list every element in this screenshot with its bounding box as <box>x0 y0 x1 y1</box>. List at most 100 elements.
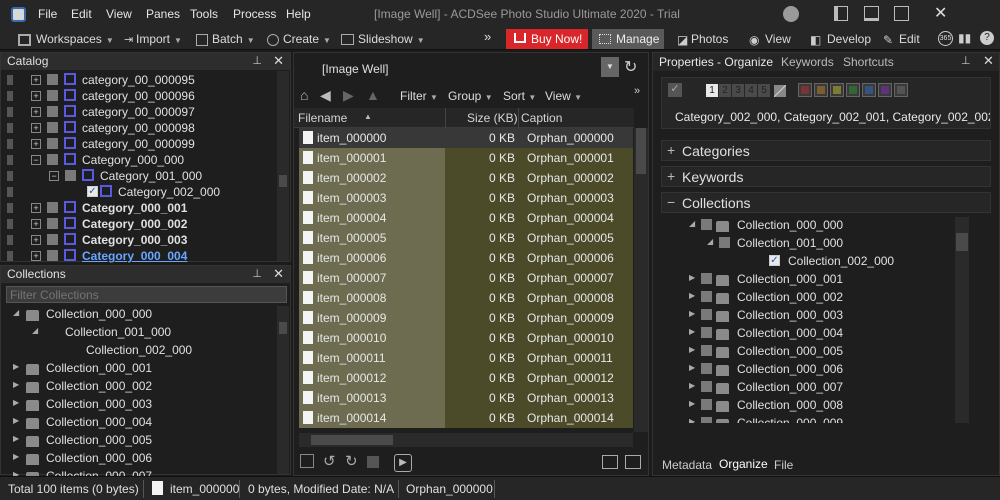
close-icon[interactable]: ✕ <box>273 266 284 282</box>
collection-item[interactable]: ◢ Collection_001_000 <box>1 324 275 340</box>
expand-icon[interactable]: + <box>31 75 41 85</box>
catalog-item[interactable]: − Category_000_000 <box>1 152 275 168</box>
expand-icon[interactable]: + <box>31 235 41 245</box>
collection-item[interactable]: ▶ Collection_000_007 <box>661 379 961 395</box>
collection-item[interactable]: ▶ Collection_000_004 <box>661 325 961 341</box>
scroll-thumb[interactable] <box>311 435 393 445</box>
clear-icon[interactable] <box>367 456 379 468</box>
expand-arrow-icon[interactable]: ▶ <box>13 362 21 371</box>
keywords-section[interactable]: + Keywords <box>661 166 991 187</box>
collapse-icon[interactable]: − <box>31 155 41 165</box>
batch-button[interactable]: Batch ▼ <box>196 32 255 46</box>
group-menu[interactable]: Group ▼ <box>448 89 493 103</box>
collection-checkbox[interactable] <box>719 237 730 248</box>
expand-icon[interactable]: + <box>31 123 41 133</box>
expand-arrow-icon[interactable]: ▶ <box>689 291 697 300</box>
file-list-hscrollbar[interactable] <box>299 433 633 447</box>
category-checkbox[interactable] <box>65 170 76 181</box>
expand-icon[interactable]: + <box>31 203 41 213</box>
expand-icon[interactable]: + <box>31 107 41 117</box>
import-button[interactable]: ⇥ Import ▼ <box>124 32 182 46</box>
rating-3-button[interactable]: 3 <box>732 84 744 97</box>
rating-4-button[interactable]: 4 <box>745 84 757 97</box>
catalog-item[interactable]: + category_00_000098 <box>1 120 275 136</box>
catalog-item[interactable]: + category_00_000095 <box>1 72 275 88</box>
collection-item[interactable]: ◢ Collection_001_000 <box>661 235 961 251</box>
expand-icon[interactable]: + <box>31 139 41 149</box>
home-icon[interactable]: ⌂ <box>300 87 308 103</box>
menu-panes[interactable]: Panes <box>146 7 180 21</box>
menu-view[interactable]: View <box>106 7 132 21</box>
categories-section[interactable]: + Categories <box>661 140 991 161</box>
close-icon[interactable]: ✕ <box>273 53 284 69</box>
expand-arrow-icon[interactable]: ▶ <box>13 416 21 425</box>
tab-keywords[interactable]: Keywords <box>781 55 834 69</box>
scroll-thumb[interactable] <box>279 175 287 187</box>
maximize-button[interactable] <box>894 6 909 21</box>
tab-properties-organize[interactable]: Properties - Organize <box>659 55 773 69</box>
file-row[interactable]: item_000004 0 KB Orphan_000004 <box>299 208 633 228</box>
expand-arrow-icon[interactable]: ▶ <box>689 417 697 423</box>
collection-checkbox[interactable] <box>701 327 712 338</box>
collections-section[interactable]: − Collections <box>661 192 991 213</box>
file-row[interactable]: item_000006 0 KB Orphan_000006 <box>299 248 633 268</box>
edit-mode-button[interactable]: ✎ Edit <box>883 32 920 47</box>
collection-item[interactable]: ▶ Collection_000_005 <box>661 343 961 359</box>
collection-checkbox[interactable] <box>701 309 712 320</box>
file-row[interactable]: item_000008 0 KB Orphan_000008 <box>299 288 633 308</box>
pin-icon[interactable]: ⊥ <box>961 54 971 67</box>
file-row[interactable]: item_000014 0 KB Orphan_000014 <box>299 408 633 428</box>
color-label-swatch[interactable] <box>894 83 908 97</box>
scroll-thumb[interactable] <box>636 128 646 174</box>
catalog-item[interactable]: + Category_000_002 <box>1 216 275 232</box>
collections-scrollbar[interactable] <box>277 306 289 474</box>
file-row[interactable]: item_000013 0 KB Orphan_000013 <box>299 388 633 408</box>
pin-icon[interactable]: ⊥ <box>252 54 262 67</box>
file-row[interactable]: item_000000 0 KB Orphan_000000 <box>299 128 633 148</box>
color-label-swatch[interactable] <box>862 83 876 97</box>
category-checkbox[interactable] <box>47 74 58 85</box>
file-row[interactable]: item_000003 0 KB Orphan_000003 <box>299 188 633 208</box>
layout-left-icon[interactable] <box>834 6 848 21</box>
play-icon[interactable]: ▶ <box>394 454 412 472</box>
filter-menu[interactable]: Filter ▼ <box>400 89 438 103</box>
category-checkbox[interactable] <box>47 154 58 165</box>
rating-5-button[interactable]: 5 <box>758 84 770 97</box>
category-checkbox[interactable] <box>47 90 58 101</box>
collection-checkbox[interactable] <box>701 363 712 374</box>
expand-arrow-icon[interactable]: ▶ <box>689 327 697 336</box>
collection-item[interactable]: ▶ Collection_000_001 <box>1 360 275 376</box>
collection-item[interactable]: ▶ Collection_000_004 <box>1 414 275 430</box>
collection-checkbox[interactable] <box>701 219 712 230</box>
sort-menu[interactable]: Sort ▼ <box>503 89 536 103</box>
image-well-dropdown[interactable]: ▼ <box>601 57 619 77</box>
column-caption[interactable]: Caption <box>521 111 562 125</box>
collapse-arrow-icon[interactable]: ◢ <box>13 308 21 317</box>
category-checkbox[interactable] <box>47 138 58 149</box>
color-label-swatch[interactable] <box>846 83 860 97</box>
rotate-right-icon[interactable]: ↻ <box>345 452 358 470</box>
expand-arrow-icon[interactable]: ▶ <box>13 380 21 389</box>
expand-arrow-icon[interactable]: ▶ <box>13 434 21 443</box>
expand-arrow-icon[interactable]: ▶ <box>689 309 697 318</box>
collection-item[interactable]: ◢ Collection_000_000 <box>1 306 275 322</box>
more-options-icon[interactable]: » <box>634 85 640 97</box>
collection-item[interactable]: ▶ Collection_000_008 <box>661 397 961 413</box>
expand-arrow-icon[interactable]: ▶ <box>689 273 697 282</box>
file-row[interactable]: item_000005 0 KB Orphan_000005 <box>299 228 633 248</box>
collection-checkbox[interactable] <box>701 273 712 284</box>
dashboard-icon[interactable]: ▮▮ <box>958 31 971 45</box>
collection-item[interactable]: ▶ Collection_000_006 <box>1 450 275 466</box>
clear-rating-icon[interactable] <box>774 85 786 97</box>
menu-file[interactable]: File <box>38 7 57 21</box>
close-icon[interactable]: ✕ <box>983 53 994 69</box>
collapse-arrow-icon[interactable]: ◢ <box>707 237 715 246</box>
file-list-vscrollbar[interactable] <box>634 128 648 432</box>
category-checkbox[interactable] <box>47 250 58 261</box>
menu-process[interactable]: Process <box>233 7 276 21</box>
view-menu[interactable]: View ▼ <box>545 89 582 103</box>
tab-metadata[interactable]: Metadata <box>662 458 712 472</box>
collection-item[interactable]: ▶ Collection_000_009 <box>661 415 961 423</box>
color-label-swatch[interactable] <box>798 83 812 97</box>
expand-arrow-icon[interactable]: ▶ <box>689 381 697 390</box>
